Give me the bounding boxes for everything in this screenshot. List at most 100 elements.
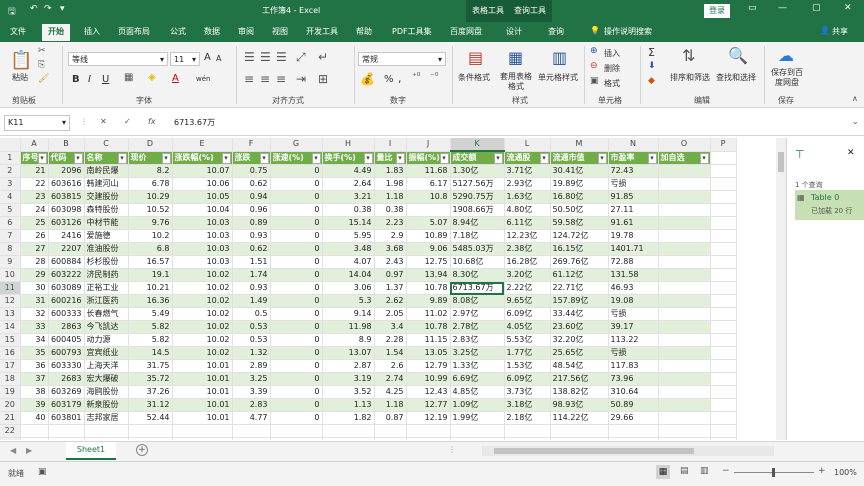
vertical-scrollbar[interactable] <box>776 138 786 440</box>
table-cell[interactable]: 3.71亿 <box>504 164 551 178</box>
table-cell[interactable]: 10.29 <box>128 190 173 204</box>
column-header-i[interactable]: I <box>374 138 407 152</box>
table-cell[interactable]: 4.25 <box>374 385 407 399</box>
table-cell[interactable]: 14.5 <box>128 346 173 360</box>
table-cell[interactable]: 12.43 <box>406 385 451 399</box>
table-cell[interactable]: 35.72 <box>128 372 173 386</box>
table-cell[interactable] <box>658 164 711 178</box>
table-cell[interactable]: 9.14 <box>322 307 375 321</box>
table-cell[interactable]: 310.64 <box>608 385 659 399</box>
table-cell[interactable]: 9.06 <box>406 242 451 256</box>
table-cell[interactable]: 600884 <box>48 255 85 269</box>
formula-input[interactable]: 6713.67万 <box>170 115 780 131</box>
table-cell[interactable]: 12.23亿 <box>504 229 551 243</box>
table-cell[interactable]: 37.26 <box>128 385 173 399</box>
table-cell[interactable] <box>658 372 711 386</box>
table-cell[interactable]: 16.80亿 <box>550 190 609 204</box>
row-header[interactable]: 21 <box>0 411 21 425</box>
table-cell[interactable]: 1.77亿 <box>504 346 551 360</box>
table-cell[interactable]: 11.15 <box>406 333 451 347</box>
query-item[interactable]: ▦ Table 0 已加载 20 行 <box>795 190 864 220</box>
column-header-j[interactable]: J <box>406 138 451 152</box>
table-cell[interactable]: 1.33亿 <box>450 359 505 373</box>
table-cell[interactable] <box>658 307 711 321</box>
row-header[interactable]: 17 <box>0 359 21 373</box>
table-cell[interactable]: 32.20亿 <box>550 333 609 347</box>
table-cell[interactable]: 0 <box>270 346 323 360</box>
table-cell[interactable]: 正裕工业 <box>84 281 129 295</box>
table-cell[interactable]: 603801 <box>48 411 85 425</box>
table-cell[interactable]: 1.49 <box>232 294 271 308</box>
align-center-icon[interactable]: ≡ <box>260 72 270 86</box>
format-cells-button[interactable]: 格式 <box>604 78 620 89</box>
table-cell[interactable] <box>658 333 711 347</box>
table-cell[interactable]: 4.05亿 <box>504 320 551 334</box>
table-cell[interactable]: 39 <box>20 398 49 412</box>
select-all-corner[interactable] <box>0 138 21 152</box>
table-cell[interactable]: 2.6 <box>374 359 407 373</box>
table-cell[interactable]: 0.62 <box>232 242 271 256</box>
table-cell[interactable]: 113.22 <box>608 333 659 347</box>
table-cell[interactable]: 宏大爆破 <box>84 372 129 386</box>
row-header[interactable]: 6 <box>0 216 21 230</box>
empty-cell[interactable] <box>710 281 737 295</box>
empty-cell[interactable] <box>232 424 271 438</box>
table-cell[interactable]: 爱施德 <box>84 229 129 243</box>
table-cell[interactable]: 1.32 <box>232 346 271 360</box>
normal-view-icon[interactable]: ▦ <box>656 465 670 479</box>
empty-cell[interactable] <box>710 294 737 308</box>
grow-font-icon[interactable]: A <box>204 52 211 63</box>
table-cell[interactable]: 603815 <box>48 190 85 204</box>
table-cell[interactable]: 动力源 <box>84 333 129 347</box>
table-cell[interactable]: 38 <box>20 385 49 399</box>
row-header[interactable]: 10 <box>0 268 21 282</box>
table-cell[interactable]: 3.21 <box>322 190 375 204</box>
table-cell[interactable]: 22 <box>20 177 49 191</box>
empty-cell[interactable] <box>608 437 659 440</box>
table-cell[interactable]: 10.02 <box>172 281 233 295</box>
empty-cell[interactable] <box>322 424 375 438</box>
table-cell[interactable]: 5.49 <box>128 307 173 321</box>
minimize-button[interactable]: — <box>778 3 787 13</box>
empty-cell[interactable] <box>128 424 173 438</box>
table-cell[interactable]: 准油股份 <box>84 242 129 256</box>
empty-cell[interactable] <box>710 372 737 386</box>
number-format-select[interactable]: 常规 ▾ <box>358 52 446 66</box>
table-cell[interactable]: 8.2 <box>128 164 173 178</box>
table-cell[interactable]: 600333 <box>48 307 85 321</box>
table-cell[interactable]: 23.60亿 <box>550 320 609 334</box>
underline-button[interactable]: U <box>102 74 109 85</box>
table-cell[interactable]: 10.02 <box>172 294 233 308</box>
empty-cell[interactable] <box>710 398 737 412</box>
align-left-icon[interactable]: ≡ <box>244 72 254 86</box>
table-cell[interactable]: 40 <box>20 411 49 425</box>
table-header-cell[interactable]: 市盈率 <box>608 151 659 165</box>
table-cell[interactable]: 3.20亿 <box>504 268 551 282</box>
row-header[interactable]: 9 <box>0 255 21 269</box>
empty-cell[interactable] <box>710 216 737 230</box>
table-cell[interactable]: 8.08亿 <box>450 294 505 308</box>
border-icon[interactable]: ▦ <box>124 72 133 83</box>
table-cell[interactable]: 26 <box>20 229 49 243</box>
sort-filter-button[interactable]: 排序和筛选 <box>670 72 710 83</box>
table-cell[interactable]: 603616 <box>48 177 85 191</box>
table-cell[interactable]: 36 <box>20 359 49 373</box>
table-cell[interactable]: 2.18亿 <box>504 411 551 425</box>
table-cell[interactable]: 269.76亿 <box>550 255 609 269</box>
table-cell[interactable]: 1.09亿 <box>450 398 505 412</box>
table-cell[interactable]: 10.89 <box>406 229 451 243</box>
restore-button[interactable]: ▢ <box>812 3 821 13</box>
table-cell[interactable]: 5.95 <box>322 229 375 243</box>
table-cell[interactable]: 志邦家居 <box>84 411 129 425</box>
table-cell[interactable]: 0 <box>270 242 323 256</box>
table-cell[interactable]: 1.63亿 <box>504 190 551 204</box>
table-cell[interactable]: 2.89 <box>232 359 271 373</box>
percent-style-button[interactable]: % <box>384 74 394 85</box>
table-cell[interactable]: 11.98 <box>322 320 375 334</box>
row-header[interactable]: 11 <box>0 281 21 295</box>
align-bottom-icon[interactable]: ☰ <box>276 50 287 64</box>
table-cell[interactable]: 1908.66万 <box>450 203 505 217</box>
table-cell[interactable]: 10.01 <box>172 359 233 373</box>
table-cell[interactable]: 16.28亿 <box>504 255 551 269</box>
autosum-icon[interactable]: Σ <box>648 46 655 59</box>
